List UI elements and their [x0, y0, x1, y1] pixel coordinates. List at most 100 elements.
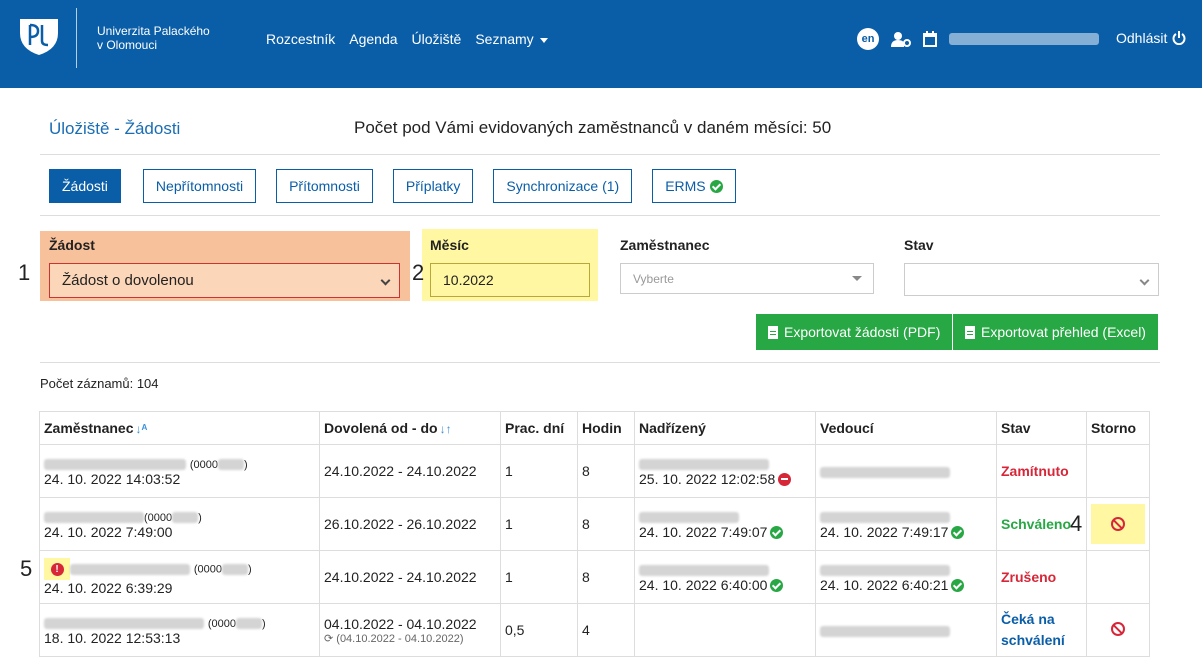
sort-desc-icon[interactable]: ↓↑	[440, 422, 452, 436]
supervisor-time: 25. 10. 2022 12:02:58	[639, 471, 776, 487]
cancel-request-icon[interactable]	[1111, 621, 1125, 636]
tab-bar: Žádosti Nepřítomnosti Přítomnosti Přípla…	[49, 169, 756, 203]
divider	[40, 154, 1160, 155]
employee-id: (0000	[189, 459, 219, 471]
head-cell	[815, 603, 997, 657]
supervisor-time: 24. 10. 2022 7:49:07	[639, 524, 768, 540]
created-time: 24. 10. 2022 6:39:29	[44, 580, 173, 596]
supervisor-cell: 24. 10. 2022 7:49:07	[634, 497, 816, 551]
tab-nepritomnosti[interactable]: Nepřítomnosti	[142, 169, 257, 203]
days-cell: 1	[500, 550, 578, 604]
days-cell: 1	[500, 497, 578, 551]
export-excel-button[interactable]: Exportovat přehled (Excel)	[953, 314, 1158, 350]
check-circle-icon	[951, 526, 965, 539]
head-name-redacted	[820, 564, 950, 576]
storno-cell	[1086, 550, 1150, 604]
supervisor-time: 24. 10. 2022 6:40:00	[639, 577, 768, 593]
tab-pritomnosti[interactable]: Přítomnosti	[276, 169, 373, 203]
tab-erms-label: ERMS	[665, 178, 706, 194]
university-name[interactable]: Univerzita Palackého v Olomouci	[97, 24, 247, 52]
table-row[interactable]: 5 ! (0000) 24. 10. 2022 6:39:29 24.10.20…	[20, 550, 1150, 604]
col-range[interactable]: Dovolená od - do ↓↑	[319, 411, 501, 445]
warning-icon[interactable]: !	[50, 562, 64, 576]
employee-select[interactable]: Vyberte	[620, 263, 874, 294]
table-row[interactable]: (0000) 24. 10. 2022 14:03:52 24.10.2022 …	[39, 444, 1150, 498]
col-employee[interactable]: Zaměstnanec ↓ᴬ	[39, 411, 320, 445]
employee-id: (0000	[207, 618, 237, 630]
state-label: Zrušeno	[1001, 569, 1057, 585]
breadcrumb[interactable]: Úložiště - Žádosti	[49, 119, 180, 139]
sort-asc-icon[interactable]: ↓ᴬ	[135, 422, 147, 436]
callout-1: 1	[18, 260, 31, 285]
head-time: 24. 10. 2022 7:49:17	[820, 524, 949, 540]
supervisor-cell: 24. 10. 2022 6:40:00	[634, 550, 816, 604]
state-label-line1: Čeká na	[1001, 611, 1055, 627]
logout-link[interactable]: Odhlásit	[1116, 30, 1186, 46]
university-name-line1: Univerzita Palackého	[97, 24, 210, 38]
state-filter-label: Stav	[904, 237, 934, 253]
head-cell	[815, 444, 997, 498]
supervisor-name-redacted	[639, 564, 769, 576]
nav-rozcestnik[interactable]: Rozcestník	[266, 31, 335, 47]
month-filter-label: Měsíc	[430, 237, 469, 253]
logout-label: Odhlásit	[1116, 30, 1168, 46]
table-row[interactable]: (0000) 24. 10. 2022 7:49:00 26.10.2022 -…	[39, 497, 1150, 551]
created-time: 18. 10. 2022 12:53:13	[44, 630, 181, 646]
month-input[interactable]: 10.2022	[430, 263, 590, 297]
supervisor-cell: 25. 10. 2022 12:02:58	[634, 444, 816, 498]
calendar-icon[interactable]	[923, 31, 937, 47]
table-header-row: Zaměstnanec ↓ᴬ Dovolená od - do ↓↑ Prac. d…	[39, 411, 1150, 445]
state-cell: Čeká na schválení	[996, 603, 1087, 657]
range-cell: 04.10.2022 - 04.10.2022 ⟳ (04.10.2022 - …	[319, 603, 501, 657]
caret-down-icon	[852, 276, 862, 281]
request-filter-label: Žádost	[49, 237, 95, 253]
divider	[40, 362, 1160, 363]
tab-zadosti[interactable]: Žádosti	[49, 169, 121, 203]
employee-id-redacted	[222, 563, 249, 575]
nav-seznamy-label: Seznamy	[475, 31, 534, 47]
requests-table: Zaměstnanec ↓ᴬ Dovolená od - do ↓↑ Prac. d…	[20, 411, 1150, 657]
col-days: Prac. dní	[500, 411, 578, 445]
sync-icon: ⟳	[324, 632, 334, 645]
cancel-request-icon[interactable]	[1111, 517, 1125, 531]
days-cell: 0,5	[500, 603, 578, 657]
check-circle-icon	[770, 526, 784, 539]
university-logo-icon[interactable]	[18, 15, 60, 57]
tab-erms[interactable]: ERMS	[652, 169, 736, 203]
col-supervisor: Nadřízený	[634, 411, 816, 445]
state-cell: Zamítnuto	[996, 444, 1087, 498]
tab-synchronizace[interactable]: Synchronizace (1)	[493, 169, 633, 203]
nav-agenda[interactable]: Agenda	[349, 31, 397, 47]
state-label: Schváleno	[1001, 516, 1072, 532]
state-cell: Zrušeno	[996, 550, 1087, 604]
table-row[interactable]: (0000) 18. 10. 2022 12:53:13 04.10.2022 …	[39, 603, 1150, 657]
col-head: Vedoucí	[815, 411, 997, 445]
hours-cell: 4	[577, 603, 635, 657]
nav-uloziste[interactable]: Úložiště	[412, 31, 462, 47]
col-range-label: Dovolená od - do	[324, 420, 438, 436]
employee-id-redacted	[236, 617, 263, 629]
storno-cell	[1086, 444, 1150, 498]
tab-priplatky[interactable]: Příplatky	[392, 169, 474, 203]
created-time: 24. 10. 2022 14:03:52	[44, 471, 181, 487]
user-settings-icon[interactable]	[891, 31, 911, 47]
language-switch[interactable]: en	[857, 28, 879, 50]
col-state: Stav	[996, 411, 1087, 445]
employee-id: (0000	[144, 512, 173, 524]
employee-name-redacted	[70, 563, 190, 575]
state-label-line2: schválení	[1001, 632, 1065, 648]
chevron-down-icon	[1139, 275, 1150, 286]
nav-seznamy[interactable]: Seznamy	[475, 31, 548, 47]
employee-select-placeholder: Vyberte	[633, 271, 674, 286]
employee-count-text: Počet pod Vámi evidovaných zaměstnanců v…	[354, 118, 832, 137]
employee-id-redacted	[172, 511, 199, 523]
col-storno: Storno	[1086, 411, 1150, 445]
request-type-select[interactable]: Žádost o dovolenou	[49, 263, 400, 298]
state-select[interactable]	[904, 263, 1159, 296]
export-pdf-button[interactable]: Exportovat žádosti (PDF)	[756, 314, 953, 350]
hours-cell: 8	[577, 444, 635, 498]
divider	[40, 215, 1160, 216]
employee-name-redacted	[44, 458, 186, 470]
warning-highlight: !	[44, 558, 70, 580]
top-header: Univerzita Palackého v Olomouci Rozcestn…	[0, 0, 1202, 88]
